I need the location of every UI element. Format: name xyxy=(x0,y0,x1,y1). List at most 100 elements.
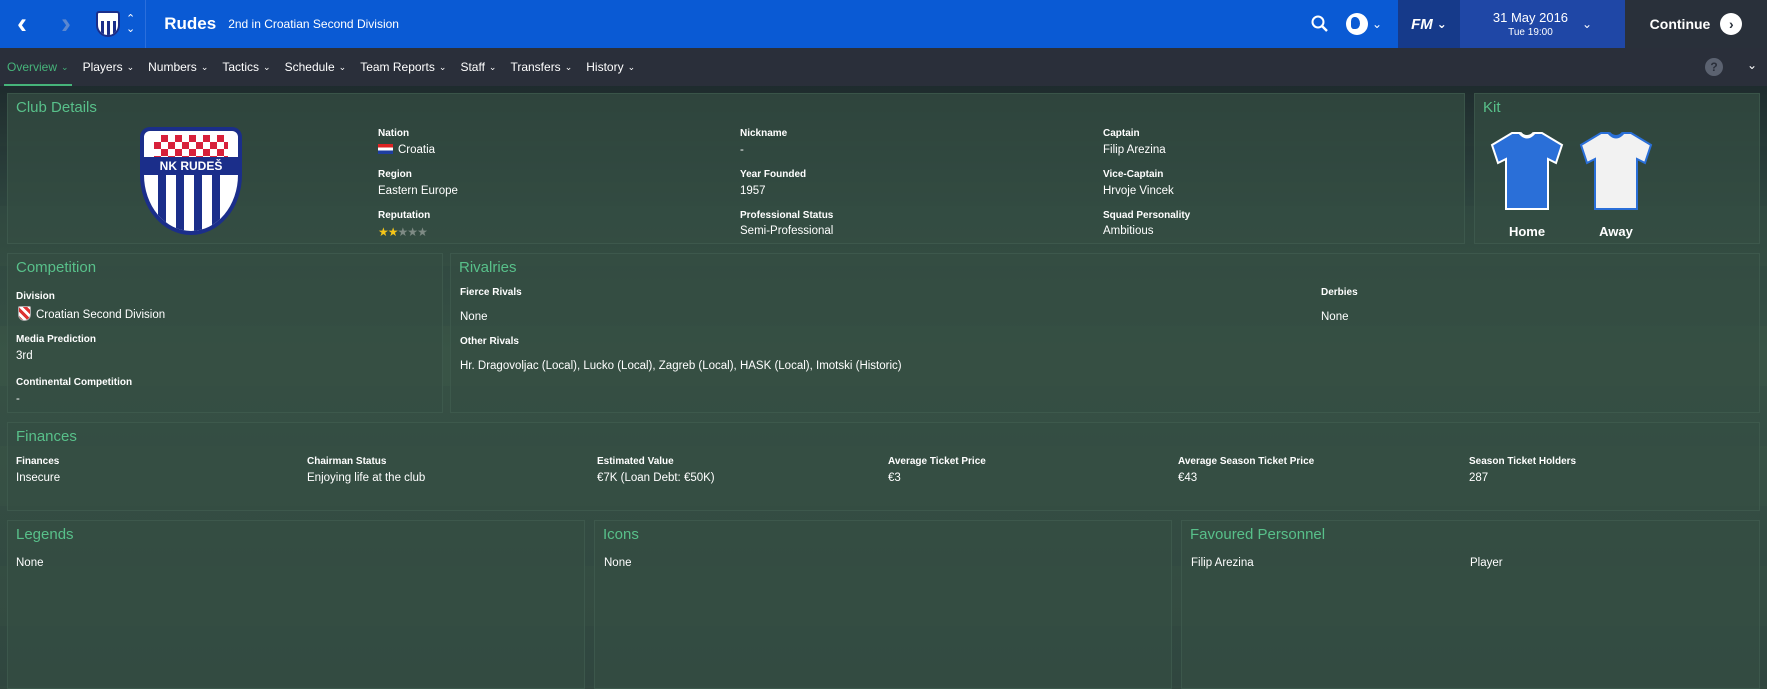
competition-panel: Competition xyxy=(7,253,443,413)
tab-label: Players xyxy=(82,60,123,74)
tab-label: Numbers xyxy=(148,60,197,74)
panel-title: Legends xyxy=(16,526,74,543)
arrow-right-icon: › xyxy=(1720,13,1743,35)
tab-numbers[interactable]: Numbers ⌄ xyxy=(141,48,215,86)
squad-personality-value: Ambitious xyxy=(1103,225,1154,237)
professional-status-value: Semi-Professional xyxy=(740,225,834,237)
star-icon: ★ xyxy=(407,225,418,239)
tab-label: History xyxy=(586,60,624,74)
star-icon: ★ xyxy=(417,225,428,239)
vice-captain-value[interactable]: Hrvoje Vincek xyxy=(1103,185,1174,197)
nickname-value: - xyxy=(740,144,744,156)
competition-badge-icon xyxy=(18,306,31,321)
media-prediction-label: Media Prediction xyxy=(16,334,97,345)
division-label: Division xyxy=(16,291,55,302)
chevron-down-icon: ⌄ xyxy=(200,61,209,72)
tab-label: Staff xyxy=(460,60,485,74)
rivalries-panel: Rivalries xyxy=(450,253,1760,413)
chevron-down-icon: ⌄ xyxy=(1371,17,1382,31)
club-subtitle: 2nd in Croatian Second Division xyxy=(228,17,399,31)
continue-button[interactable]: Continue › xyxy=(1625,0,1767,48)
derbies-label: Derbies xyxy=(1321,287,1358,298)
season-ticket-holders-value: 287 xyxy=(1469,472,1489,484)
chevron-down-icon: ⌄ xyxy=(627,61,636,72)
nation-name: Croatia xyxy=(398,144,436,156)
tab-label: Schedule xyxy=(284,60,335,74)
avg-season-ticket-label: Average Season Ticket Price xyxy=(1178,456,1315,467)
other-rivals-label: Other Rivals xyxy=(460,336,519,347)
chevron-down-icon: ⌄ xyxy=(1582,17,1593,31)
help-icon: ? xyxy=(1710,60,1718,74)
back-button[interactable]: ‹ xyxy=(0,0,44,48)
tab-history[interactable]: History ⌄ xyxy=(579,48,642,86)
other-rivals-value[interactable]: Hr. Dragovoljac (Local), Lucko (Local), … xyxy=(460,360,902,372)
reputation-stars: ★★★★★ xyxy=(378,225,428,239)
division-value[interactable]: Croatian Second Division xyxy=(18,306,165,321)
tab-tactics[interactable]: Tactics ⌄ xyxy=(215,48,277,86)
panel-title: Competition xyxy=(16,259,97,276)
nickname-label: Nickname xyxy=(740,128,788,139)
fm-label: FM xyxy=(1411,15,1433,33)
nation-value[interactable]: Croatia xyxy=(378,144,435,156)
chairman-status-value: Enjoying life at the club xyxy=(307,472,426,484)
search-button[interactable] xyxy=(1300,0,1340,48)
tab-schedule[interactable]: Schedule ⌄ xyxy=(278,48,354,86)
captain-label: Captain xyxy=(1103,128,1140,139)
chevron-down-icon: ⌄ xyxy=(564,61,573,72)
crest-text: NK RUDEŠ xyxy=(144,157,238,175)
star-icon: ★ xyxy=(397,225,409,239)
fierce-rivals-label: Fierce Rivals xyxy=(460,287,522,298)
region-value: Eastern Europe xyxy=(378,185,458,197)
finances-label: Finances xyxy=(16,456,60,467)
globe-button[interactable]: ⌄ xyxy=(1340,13,1398,35)
chevron-down-icon[interactable]: ⌄ xyxy=(1747,58,1757,72)
chevron-down-icon: ⌄ xyxy=(1436,17,1447,31)
continue-label: Continue xyxy=(1649,16,1711,32)
vice-captain-label: Vice-Captain xyxy=(1103,169,1164,180)
date-button[interactable]: 31 May 2016 Tue 19:00 ⌄ xyxy=(1460,0,1625,48)
tab-transfers[interactable]: Transfers ⌄ xyxy=(503,48,579,86)
tab-players[interactable]: Players ⌄ xyxy=(76,48,142,86)
home-shirt-icon[interactable] xyxy=(1490,131,1564,211)
forward-button[interactable]: › xyxy=(44,0,88,48)
favoured-personnel-panel: Favoured Personnel xyxy=(1181,520,1760,689)
captain-value[interactable]: Filip Arezina xyxy=(1103,144,1166,156)
panel-title: Finances xyxy=(16,428,77,445)
club-switcher[interactable]: ⌃ ⌄ xyxy=(96,0,147,48)
tab-label: Overview xyxy=(7,60,58,74)
chevron-down-icon: ⌄ xyxy=(488,61,497,72)
legends-panel: Legends xyxy=(7,520,585,689)
tab-label: Team Reports xyxy=(360,60,435,74)
sub-navigation: Overview ⌄ Players ⌄ Numbers ⌄ Tactics ⌄ Sch… xyxy=(0,48,1767,86)
chevron-down-icon: ⌄ xyxy=(126,61,135,72)
favoured-person-name[interactable]: Filip Arezina xyxy=(1191,557,1254,569)
help-button[interactable]: ? xyxy=(1705,58,1723,76)
tab-overview[interactable]: Overview ⌄ xyxy=(0,48,76,86)
updown-icon[interactable]: ⌃ ⌄ xyxy=(126,14,135,35)
chairman-status-label: Chairman Status xyxy=(307,456,387,467)
continental-value: - xyxy=(16,393,20,405)
continental-label: Continental Competition xyxy=(16,377,133,388)
chevron-left-icon: ‹ xyxy=(17,7,27,40)
star-icon: ★ xyxy=(387,225,399,239)
croatia-flag-icon xyxy=(378,144,393,154)
region-label: Region xyxy=(378,169,412,180)
tab-staff[interactable]: Staff ⌄ xyxy=(453,48,503,86)
professional-status-label: Professional Status xyxy=(740,210,834,221)
legends-value: None xyxy=(16,557,44,569)
tab-team-reports[interactable]: Team Reports ⌄ xyxy=(353,48,453,86)
fm-menu-button[interactable]: FM ⌄ xyxy=(1398,0,1460,48)
top-bar: ‹ › ⌃ ⌄ Rudes 2nd in Croatian Second Divi… xyxy=(0,0,1767,48)
chevron-down-icon: ⌄ xyxy=(338,61,347,72)
year-founded-label: Year Founded xyxy=(740,169,807,180)
avg-ticket-price-value: €3 xyxy=(888,472,901,484)
chevron-down-icon: ⌄ xyxy=(438,61,447,72)
away-shirt-icon[interactable] xyxy=(1579,131,1653,211)
estimated-value-label: Estimated Value xyxy=(597,456,674,467)
search-icon xyxy=(1311,15,1328,32)
derbies-value: None xyxy=(1321,311,1349,323)
panel-title: Club Details xyxy=(16,99,97,116)
home-kit-label: Home xyxy=(1508,224,1546,239)
club-name[interactable]: Rudes xyxy=(164,14,216,34)
icons-panel: Icons xyxy=(594,520,1172,689)
